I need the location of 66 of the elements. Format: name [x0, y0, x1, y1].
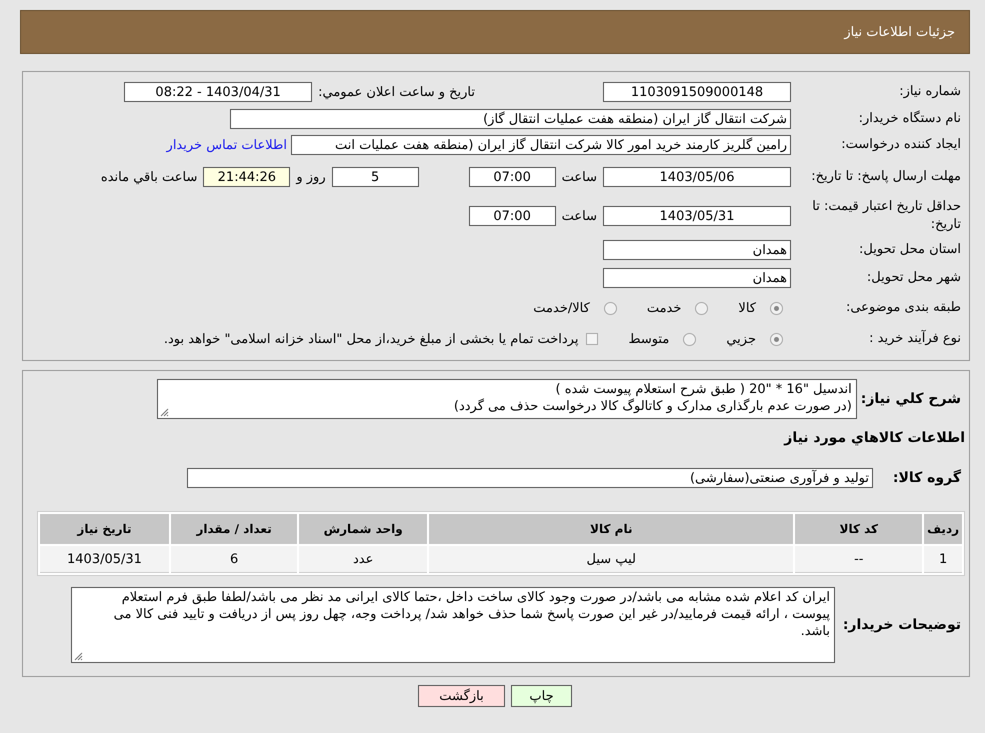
- creator-field[interactable]: رامين گلريز کارمند خريد امور کالا شرکت انتقال گاز ايران (منطقه هفت عمليات انت: [291, 135, 791, 155]
- option-label: خدمت: [646, 300, 682, 316]
- field-label: شماره نياز:: [898, 83, 962, 101]
- option-label: کالا/خدمت: [533, 300, 590, 316]
- radio-button[interactable]: [770, 302, 783, 314]
- buyer-field[interactable]: شرکت انتقال گاز ايران (منطقه هفت عمليات انتقال گاز): [230, 109, 791, 129]
- days-field[interactable]: 5: [332, 167, 419, 187]
- column-header: تعداد / مقدار: [170, 514, 298, 544]
- goods-group-field[interactable]: توليد و فرآوری صنعتی(سفارشی): [187, 468, 873, 488]
- table-cell: 1403/05/31: [40, 546, 169, 573]
- field-label: نام دستگاه خريدار:: [858, 110, 962, 128]
- field-label: ايجاد کننده درخواست:: [840, 136, 962, 154]
- checkbox[interactable]: [586, 333, 598, 345]
- field-label: حداقل تاريخ اعتبار قيمت: تا تاريخ:: [811, 198, 962, 234]
- column-header: تاريخ نياز: [40, 514, 169, 544]
- field-label: توضيحات خريدار:: [842, 616, 962, 634]
- section-heading: اطلاعات كالاهاي مورد نياز: [784, 430, 965, 446]
- page-title: جزئيات اطلاعات نياز: [844, 24, 955, 40]
- column-header: کد کالا: [795, 514, 922, 544]
- field-label: نوع فرآيند خريد :: [868, 330, 962, 348]
- time-field[interactable]: 07:00: [468, 167, 556, 187]
- back-button[interactable]: بازگشت: [418, 685, 505, 707]
- column-header: واحد شمارش: [299, 514, 428, 544]
- field-label: گروه كالا:: [892, 469, 962, 487]
- print-button[interactable]: چاپ: [511, 685, 572, 707]
- need-number-field[interactable]: 1103091509000148: [603, 82, 791, 102]
- resize-grip-icon[interactable]: [74, 652, 83, 661]
- remaining-time-field[interactable]: 21:44:26: [203, 167, 290, 187]
- announce-date-field[interactable]: 1403/04/31 - 08:22: [124, 82, 312, 102]
- buyer-notes-field[interactable]: [71, 587, 835, 663]
- column-header: نام کالا: [429, 514, 794, 544]
- table-cell: 1: [924, 546, 962, 573]
- option-label: متوسط: [628, 332, 670, 346]
- time-label: ساعت: [562, 208, 597, 224]
- field-label: شهر محل تحويل:: [866, 269, 962, 287]
- radio-button[interactable]: [695, 302, 708, 314]
- city-field[interactable]: همدان: [603, 268, 791, 288]
- payment-note: پرداخت تمام يا بخشی از مبلغ خريد،از محل "اسناد خزانه اسلامی" خواهد بود.: [164, 332, 578, 346]
- field-label: مهلت ارسال پاسخ: تا تاريخ:: [810, 168, 962, 186]
- radio-button[interactable]: [683, 332, 696, 346]
- option-label: جزيي: [726, 332, 756, 346]
- description-line: اندسيل "16 * "20 ( طبق شرح استعلام پيوست شده ): [554, 381, 852, 398]
- field-label: استان محل تحويل:: [858, 241, 962, 259]
- field-label: تاريخ و ساعت اعلان عمومي:: [318, 84, 475, 100]
- radio-button[interactable]: [604, 302, 617, 314]
- field-label: طبقه بندی موضوعی:: [844, 299, 962, 317]
- table-cell: 6: [170, 546, 298, 573]
- remaining-label: ساعت باقي مانده: [100, 170, 198, 184]
- date-field[interactable]: 1403/05/31: [603, 206, 791, 226]
- date-field[interactable]: 1403/05/06: [603, 167, 791, 187]
- days-label: روز و: [296, 170, 326, 184]
- resize-grip-icon[interactable]: [160, 408, 169, 417]
- table-cell: --: [795, 546, 922, 573]
- radio-button[interactable]: [770, 332, 783, 346]
- province-field[interactable]: همدان: [603, 240, 791, 260]
- table-cell: عدد: [299, 546, 428, 573]
- description-line: (در صورت عدم بارگذاری مدارک و کاتالوگ کالا درخواست حذف می گردد): [452, 398, 852, 415]
- time-field[interactable]: 07:00: [468, 206, 556, 226]
- option-label: کالا: [738, 300, 756, 316]
- notes-text: ايران کد اعلام شده مشابه می باشد/در صورت وجود کالای ساخت داخل ،حتما کالای ايرانی مد نظر می باشد/لطفا طبق فرم استعلام پيوست ، ارائه قيمت فرماييد/در غير اين صورت پاسخ شما حذف خواهد شد/ پرداخت وجه، چهل روز پس از دريافت و تاييد فنی کالا می باشد.: [112, 589, 830, 640]
- column-header: رديف: [924, 514, 962, 544]
- contact-link[interactable]: اطلاعات تماس خريدار: [166, 138, 287, 152]
- table-cell: ليپ سيل: [429, 546, 794, 573]
- field-label: شرح كلي نياز:: [860, 390, 962, 408]
- description-field[interactable]: اندسيل "16 * "20 ( طبق شرح استعلام پيوست شده ) (در صورت عدم بارگذاری مدارک و کاتالوگ کالا درخواست حذف می گردد): [156, 379, 857, 419]
- time-label: ساعت: [562, 170, 597, 184]
